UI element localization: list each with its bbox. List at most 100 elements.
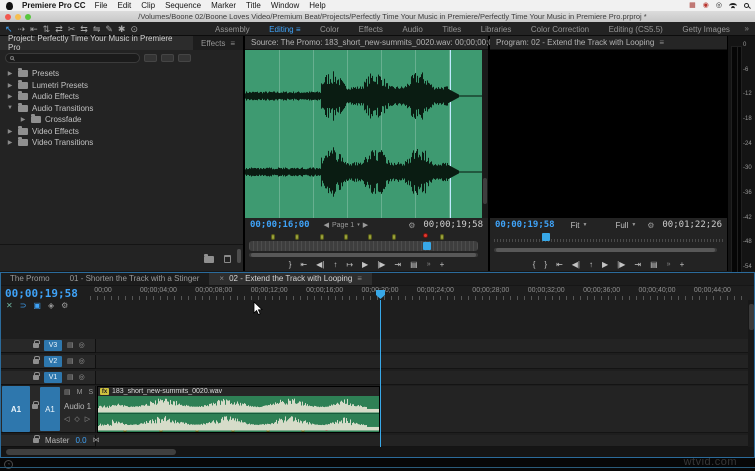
step-back-icon[interactable]: ◀| <box>316 260 324 269</box>
clip-marker-icon[interactable] <box>319 234 324 240</box>
sequence-tab-the-promo[interactable]: The Promo <box>0 272 60 285</box>
clip-marker-icon[interactable] <box>295 234 300 240</box>
expand-arrow-icon[interactable]: ▶ <box>19 116 27 123</box>
workspace-tab-titles[interactable]: Titles <box>442 25 461 34</box>
timeline-vertical-scrollbar[interactable] <box>748 300 755 447</box>
wrench-settings-icon[interactable]: ⚙ <box>647 221 654 230</box>
track-badge-v2[interactable]: V2 <box>44 356 62 367</box>
minimize-window-button[interactable] <box>15 13 21 20</box>
sequence-tab-02-extend-the-track-with-looping[interactable]: × 02 - Extend the Track with Looping ≡ <box>209 272 372 285</box>
menu-edit[interactable]: Edit <box>117 1 131 10</box>
clip-marker-icon[interactable] <box>343 234 348 240</box>
expand-arrow-icon[interactable]: ▶ <box>6 139 14 146</box>
sync-lock-icon[interactable]: ▤ <box>67 374 74 381</box>
fx-badge[interactable]: fx <box>100 388 109 395</box>
fit-track-icon[interactable]: ⋈ <box>93 437 100 444</box>
thirtytwo-bit-filter-icon[interactable] <box>161 54 174 62</box>
clip-marker-icon[interactable] <box>367 234 372 240</box>
add-button-icon[interactable]: + <box>680 260 685 269</box>
go-to-in-icon[interactable]: ⇤ <box>556 260 563 269</box>
hand-tool-icon[interactable]: ✱ <box>118 24 126 34</box>
page-selector[interactable]: ◀ Page 1 ▾ ▶ <box>324 221 368 230</box>
menu-marker[interactable]: Marker <box>211 1 236 10</box>
lock-icon[interactable] <box>33 435 40 443</box>
panel-menu-icon[interactable]: ≡ <box>357 274 362 283</box>
audio-track-badge[interactable]: A1 <box>40 387 60 431</box>
close-window-button[interactable] <box>5 13 11 20</box>
clip-marker-icon[interactable] <box>392 234 397 240</box>
page-next-icon[interactable]: ▶ <box>363 221 368 229</box>
track-lane-v1[interactable] <box>96 371 748 385</box>
add-marker-icon[interactable]: ◈ <box>48 302 54 310</box>
track-lane-v3[interactable] <box>96 339 748 353</box>
master-level-value[interactable]: 0.0 <box>75 436 86 445</box>
apple-menu-icon[interactable] <box>6 1 13 10</box>
audio-track-name[interactable]: Audio 1 <box>64 402 91 411</box>
lock-icon[interactable] <box>33 372 40 380</box>
go-to-out-icon[interactable]: ⇥ <box>394 260 401 269</box>
pen-tool-icon[interactable]: ✎ <box>105 24 113 34</box>
tree-item-lumetri-presets[interactable]: ▶ Lumetri Presets <box>0 79 237 92</box>
add-button-icon[interactable]: + <box>440 260 445 269</box>
nest-toggle-icon[interactable]: ✕ <box>6 302 13 310</box>
window-title-bar[interactable]: /Volumes/Boone 02/Boone Loves Video/Prem… <box>0 11 755 22</box>
tree-item-presets[interactable]: ▶ Presets <box>0 68 237 80</box>
source-scrub-bar[interactable] <box>249 241 478 251</box>
clip-marker-icon[interactable] <box>440 234 445 240</box>
accelerated-effects-filter-icon[interactable] <box>144 54 157 62</box>
expand-arrow-icon[interactable]: ▶ <box>6 82 14 89</box>
master-track-header[interactable]: Master 0.0 ⋈ <box>0 435 100 447</box>
step-forward-icon[interactable]: |▶ <box>377 260 385 269</box>
source-monitor-header[interactable]: Source: The Promo: 183_short_new-summits… <box>245 36 511 50</box>
menu-title[interactable]: Title <box>246 1 261 10</box>
program-zoom-scrollbar[interactable] <box>494 248 717 252</box>
panel-menu-icon[interactable]: ≡ <box>659 38 664 47</box>
timeline-ruler[interactable]: 00;00 00;00;04;00 00;00;08;00 00;00;12;00 00… <box>90 286 748 300</box>
go-to-out-icon[interactable]: ⇥ <box>634 260 641 269</box>
video-track-header-v3[interactable]: V3 ▤ ◎ <box>0 339 96 353</box>
track-lane-v2[interactable] <box>96 355 748 369</box>
ripple-edit-tool-icon[interactable]: ⇤ <box>30 24 38 34</box>
playback-resolution-select[interactable]: Full ▼ <box>615 221 636 230</box>
track-output-eye-icon[interactable]: ◎ <box>79 342 85 349</box>
menu-sequence[interactable]: Sequence <box>165 1 201 10</box>
program-video-display[interactable] <box>490 50 727 218</box>
timeline-playhead[interactable] <box>380 300 381 447</box>
clip-marker-icon[interactable] <box>271 234 276 240</box>
track-output-eye-icon[interactable]: ◎ <box>79 374 85 381</box>
mark-in-icon[interactable]: { <box>533 260 536 269</box>
slide-tool-icon[interactable]: ⇋ <box>93 24 101 34</box>
expand-arrow-icon[interactable]: ▶ <box>6 70 14 77</box>
insert-icon[interactable]: ↦ <box>346 260 353 269</box>
menu-window[interactable]: Window <box>271 1 299 10</box>
tab-effects[interactable]: Effects ≡ <box>193 36 243 50</box>
video-track-header-v1[interactable]: V1 ▤ ◎ <box>0 371 96 385</box>
zoom-window-button[interactable] <box>25 13 31 20</box>
workspace-tab-getty-images[interactable]: Getty Images <box>682 25 730 34</box>
track-badge-v1[interactable]: V1 <box>44 372 62 383</box>
yuv-filter-icon[interactable] <box>178 54 191 62</box>
tree-item-video-effects[interactable]: ▶ Video Effects <box>0 125 237 138</box>
workspace-tab-color[interactable]: Color <box>320 25 339 34</box>
spotlight-search-icon[interactable] <box>744 3 749 8</box>
rolling-edit-tool-icon[interactable]: ⇅ <box>43 24 51 34</box>
sync-lock-icon[interactable]: ▤ <box>67 358 74 365</box>
lock-icon[interactable] <box>32 401 39 409</box>
program-mini-ruler[interactable] <box>494 233 723 245</box>
track-lane-master[interactable] <box>96 435 748 447</box>
more-icon[interactable]: » <box>427 261 431 268</box>
solo-button-icon[interactable]: S <box>88 389 93 396</box>
sync-lock-icon[interactable]: ▤ <box>67 342 74 349</box>
mute-button-icon[interactable]: M <box>77 389 83 396</box>
tree-item-audio-transitions[interactable]: ▼ Audio Transitions <box>0 102 237 115</box>
source-playhead[interactable] <box>423 242 432 250</box>
export-frame-icon[interactable]: ↑ <box>333 260 337 269</box>
workspace-tab-effects[interactable]: Effects <box>359 25 383 34</box>
red-marker-icon[interactable] <box>422 233 428 238</box>
page-caret-icon[interactable]: ▾ <box>357 222 360 228</box>
timeline-settings-icon[interactable]: ⚙ <box>61 302 68 310</box>
source-patch-a1[interactable]: A1 <box>2 386 30 432</box>
step-forward-icon[interactable]: |▶ <box>617 260 625 269</box>
record-icon[interactable]: ◉ <box>703 2 709 9</box>
linked-selection-toggle-icon[interactable]: ▣ <box>33 302 41 310</box>
